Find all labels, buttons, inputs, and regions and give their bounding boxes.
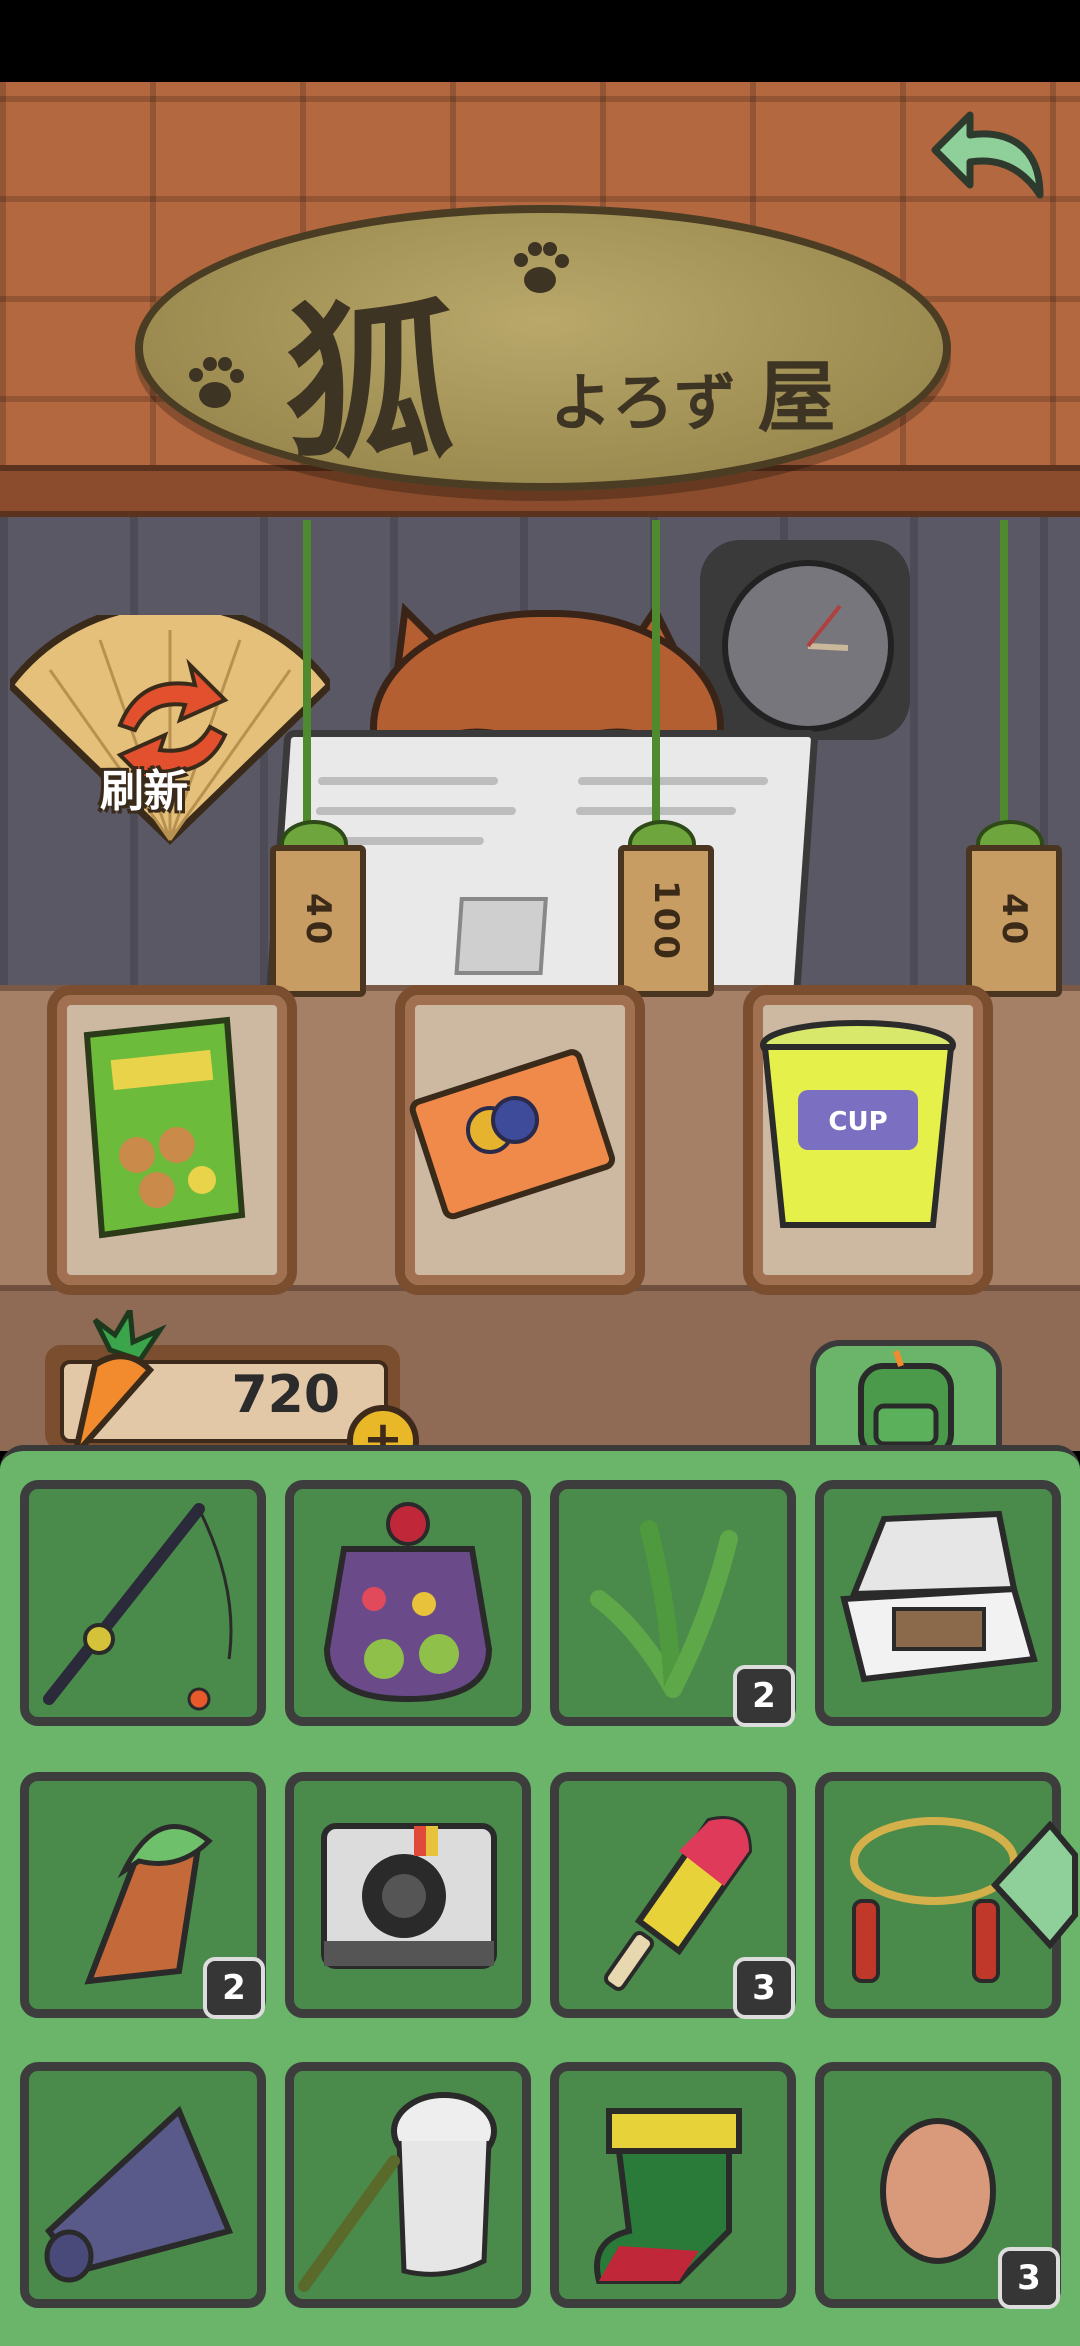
carrot-icon	[72, 1310, 167, 1457]
inventory-slot[interactable]	[815, 1480, 1061, 1726]
refresh-label: 刷新	[100, 766, 188, 817]
inventory-slot[interactable]	[285, 1480, 531, 1726]
christmas-stocking-icon	[594, 2108, 742, 2284]
inventory-slot[interactable]: 2	[20, 1772, 266, 2019]
sandwich-box-icon	[840, 1510, 1038, 1683]
inventory-slot[interactable]	[20, 2062, 266, 2308]
sign-kana: よろず 屋	[550, 352, 836, 443]
paw-print-icon	[514, 242, 569, 293]
shop-item-slot[interactable]: CUP	[743, 985, 993, 1295]
price-tag: 40	[966, 845, 1062, 997]
item-count-badge: 3	[998, 2247, 1060, 2309]
price-tag: 40	[270, 845, 366, 997]
bug-net-icon	[298, 2092, 497, 2292]
item-count-badge: 2	[203, 1957, 265, 2019]
sign-kanji: 狐	[285, 283, 456, 483]
snack-bag-icon	[83, 1016, 246, 1239]
item-count-badge: 2	[733, 1665, 795, 1727]
inventory-slot[interactable]	[285, 2062, 531, 2308]
inventory-slot[interactable]	[550, 2062, 796, 2308]
svg-text:CUP: CUP	[828, 1107, 887, 1137]
inventory-slot[interactable]: 3	[815, 2062, 1061, 2309]
status-bar	[0, 0, 1080, 82]
camera-icon	[321, 1823, 497, 1969]
side-tab-icon[interactable]	[990, 1815, 1080, 1955]
price-tag: 100	[618, 845, 714, 997]
inventory-slot[interactable]	[285, 1772, 531, 2018]
clock-face	[722, 560, 894, 732]
shop-item-slot[interactable]	[47, 985, 297, 1295]
cup-noodles-icon: CUP	[760, 1020, 956, 1228]
jelly-jar-icon	[323, 1502, 493, 1703]
inventory-slot[interactable]: 2	[550, 1480, 796, 1727]
carrot-count: 720	[231, 1365, 340, 1425]
paw-print-icon	[189, 357, 244, 408]
item-count-badge: 3	[733, 1957, 795, 2019]
fishing-rod-icon	[43, 1503, 233, 1711]
ticket-icon	[409, 1049, 616, 1220]
back-arrow-icon[interactable]	[930, 100, 1060, 210]
inventory-slot[interactable]: 3	[550, 1772, 796, 2019]
shop-item-slot[interactable]	[395, 985, 645, 1295]
rolled-mat-icon	[44, 2105, 234, 2283]
inventory-slot[interactable]	[20, 1480, 266, 1726]
